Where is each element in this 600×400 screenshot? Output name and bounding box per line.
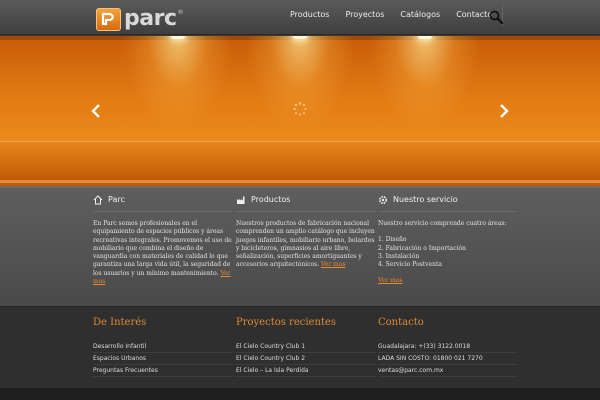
column-header: Parc (93, 194, 233, 212)
service-item: 4. Servicio Postventa (378, 261, 442, 269)
column-title: Nuestro servicio (393, 195, 458, 204)
footer-link[interactable]: El Cielo Country Club 2 (236, 353, 376, 365)
column-header: Nuestro servicio (378, 195, 518, 212)
loading-spinner-icon (293, 102, 307, 116)
footer-link[interactable]: Preguntas Frecuentes (93, 365, 233, 377)
factory-icon (237, 196, 245, 204)
site-header: parc ® Productos Proyectos Catálogos Con… (0, 0, 600, 35)
service-item: 2. Fabricación o Importación (378, 244, 466, 252)
servicio-column: Nuestro servicio Nuestro servicio compre… (378, 195, 518, 286)
nav-proyectos[interactable]: Proyectos (337, 0, 392, 30)
parc-description: En Parc somos profesionales en el equipa… (93, 220, 232, 277)
productos-column: Productos Nuestros productos de fabricac… (236, 195, 376, 270)
chevron-left-icon[interactable] (90, 104, 102, 118)
footer-link[interactable]: Desarrollo Infantil (93, 341, 233, 353)
gear-icon (378, 195, 388, 204)
footer-contacto: Contacto Guadalajara: +(33) 3122.0018 LA… (378, 317, 518, 377)
service-item: 1. Diseño (378, 236, 407, 244)
column-text: En Parc somos profesionales en el equipa… (93, 220, 233, 286)
contact-tollfree: LADA SIN COSTO: 01800 021 7270 (378, 353, 518, 365)
chevron-right-icon[interactable] (498, 104, 510, 118)
main-nav: Productos Proyectos Catálogos Contacto (282, 0, 504, 30)
search-icon[interactable] (489, 10, 503, 24)
nav-catalogos[interactable]: Catálogos (392, 0, 448, 30)
footer-title: De Interés (93, 317, 147, 328)
parc-column: Parc En Parc somos profesionales en el e… (93, 194, 233, 286)
site-footer: De Interés Desarrollo Infantil Espacios … (0, 306, 600, 388)
footer-list: Guadalajara: +(33) 3122.0018 LADA SIN CO… (378, 341, 518, 377)
footer-interes: De Interés Desarrollo Infantil Espacios … (93, 317, 233, 377)
footer-title: Proyectos recientes (236, 317, 336, 328)
contact-phone: Guadalajara: +(33) 3122.0018 (378, 341, 518, 353)
footer-proyectos: Proyectos recientes El Cielo Country Clu… (236, 317, 376, 377)
registered-mark: ® (177, 9, 184, 16)
floor-edge (0, 180, 600, 183)
footer-link[interactable]: Espacios Urbanos (93, 353, 233, 365)
footer-list: El Cielo Country Club 1 El Cielo Country… (236, 341, 376, 377)
column-title: Productos (251, 195, 291, 204)
spotlight-beam (365, 36, 485, 146)
hero-slider (0, 36, 600, 186)
service-item: 3. Instalación (378, 252, 420, 260)
spotlight-lamp (293, 36, 307, 39)
column-text: Nuestro servicio comprende cuatro áreas:… (378, 220, 518, 286)
ver-mas-link[interactable]: Ver mas (321, 261, 345, 268)
footer-title: Contacto (378, 317, 424, 328)
nav-productos[interactable]: Productos (282, 0, 337, 30)
servicio-intro: Nuestro servicio comprende cuatro áreas: (378, 220, 507, 227)
logo-mark (96, 7, 121, 31)
intro-section: Parc En Parc somos profesionales en el e… (0, 186, 600, 306)
footer-link[interactable]: El Cielo Country Club 1 (236, 341, 376, 353)
spotlight-lamp (171, 36, 185, 39)
copyright-bar (0, 388, 600, 400)
footer-link[interactable]: El Cielo – La Isla Perdida (236, 365, 376, 377)
stage-floor (0, 141, 600, 183)
spotlight-lamp (418, 36, 432, 39)
spotlight-beam (240, 36, 360, 146)
column-header: Productos (236, 195, 376, 212)
contact-email[interactable]: ventas@parc.com.mx (378, 365, 518, 377)
brand-name: parc (124, 6, 177, 31)
productos-description: Nuestros productos de fabricación nacion… (236, 220, 375, 269)
column-text: Nuestros productos de fabricación nacion… (236, 220, 376, 270)
footer-list: Desarrollo Infantil Espacios Urbanos Pre… (93, 341, 233, 377)
column-title: Parc (108, 195, 125, 204)
home-icon (93, 194, 103, 204)
brand-logo[interactable]: parc ® (96, 6, 183, 32)
spotlight-beam (118, 36, 238, 146)
ver-mas-link[interactable]: Ver mas (378, 277, 518, 285)
